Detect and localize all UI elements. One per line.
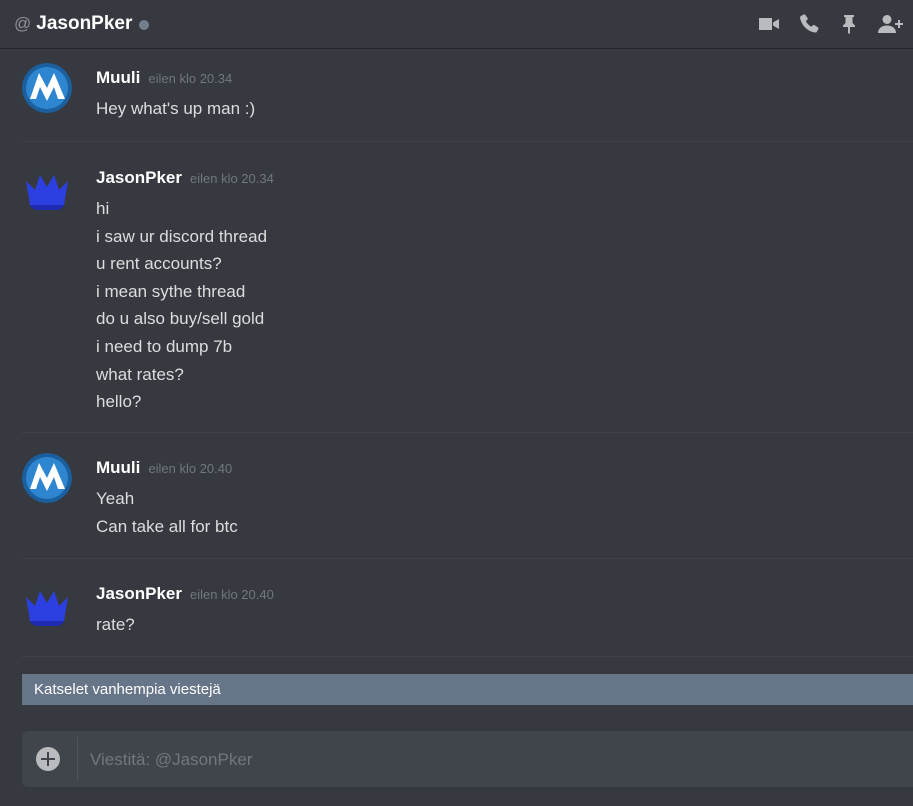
message-divider [22, 141, 913, 142]
timestamp: eilen klo 20.34 [190, 171, 274, 186]
pin-icon[interactable] [837, 12, 861, 36]
message-content: Hey what's up man :) [96, 95, 255, 123]
older-messages-bar[interactable]: Katselet vanhempia viestejä [22, 674, 913, 705]
message-composer [22, 731, 913, 787]
message-line: Hey what's up man :) [96, 99, 256, 118]
muuli-avatar-icon [22, 63, 72, 113]
message-line: u rent accounts? [96, 254, 222, 274]
video-camera-icon[interactable] [757, 12, 781, 36]
composer-divider [77, 737, 78, 781]
message-divider [22, 432, 913, 433]
username[interactable]: JasonPker [96, 584, 182, 604]
status-indicator [139, 20, 150, 30]
crown-avatar-icon [26, 591, 68, 626]
message-content: rate? [96, 611, 135, 639]
message-content: hi i saw ur discord thread u rent accoun… [96, 195, 267, 416]
message-line: hi [96, 199, 110, 218]
channel-header: @ JasonPker [0, 0, 913, 48]
phone-icon[interactable] [797, 12, 821, 36]
message-header: Muuli eilen klo 20.40 [96, 458, 232, 478]
message-header: JasonPker eilen klo 20.34 [96, 168, 274, 188]
message-group: Muuli eilen klo 20.34 Hey what's up man … [0, 57, 913, 141]
message-line: Can take all for btc [96, 516, 238, 536]
plus-icon[interactable] [36, 747, 60, 771]
channel-title: JasonPker [36, 13, 133, 34]
avatar[interactable] [22, 579, 72, 629]
message-line: i mean sythe thread [96, 281, 246, 301]
header-toolbar [741, 12, 905, 36]
timestamp: eilen klo 20.34 [148, 71, 233, 86]
add-friend-icon[interactable] [877, 12, 905, 36]
message-line: hello? [96, 392, 142, 412]
at-symbol: @ [14, 14, 32, 33]
crown-avatar-icon [26, 175, 68, 210]
older-messages-label: Katselet vanhempia viestejä [34, 681, 221, 698]
message-group: Muuli eilen klo 20.40 Yeah Can take all … [0, 447, 913, 558]
message-header: Muuli eilen klo 20.34 [96, 68, 232, 88]
message-line: rate? [96, 615, 135, 634]
muuli-avatar-icon [22, 453, 72, 503]
avatar[interactable] [22, 453, 72, 503]
username[interactable]: Muuli [96, 68, 140, 88]
message-line: Yeah [96, 489, 135, 508]
message-list: Muuli eilen klo 20.34 Hey what's up man … [0, 57, 913, 669]
message-line: i saw ur discord thread [96, 226, 268, 246]
message-line: do u also buy/sell gold [96, 309, 265, 329]
message-line: what rates? [96, 364, 184, 384]
username[interactable]: JasonPker [96, 168, 182, 188]
username[interactable]: Muuli [96, 458, 140, 478]
message-divider [22, 656, 913, 657]
timestamp: eilen klo 20.40 [190, 587, 274, 602]
message-input[interactable] [82, 739, 912, 781]
avatar[interactable] [22, 63, 72, 113]
timestamp: eilen klo 20.40 [148, 461, 233, 476]
message-line: i need to dump 7b [96, 336, 233, 356]
avatar[interactable] [22, 163, 72, 213]
message-header: JasonPker eilen klo 20.40 [96, 584, 274, 604]
message-group: JasonPker eilen klo 20.40 rate? [0, 573, 913, 656]
message-group: JasonPker eilen klo 20.34 hi i saw ur di… [0, 157, 913, 432]
message-divider [22, 558, 913, 559]
message-content: Yeah Can take all for btc [96, 485, 238, 540]
